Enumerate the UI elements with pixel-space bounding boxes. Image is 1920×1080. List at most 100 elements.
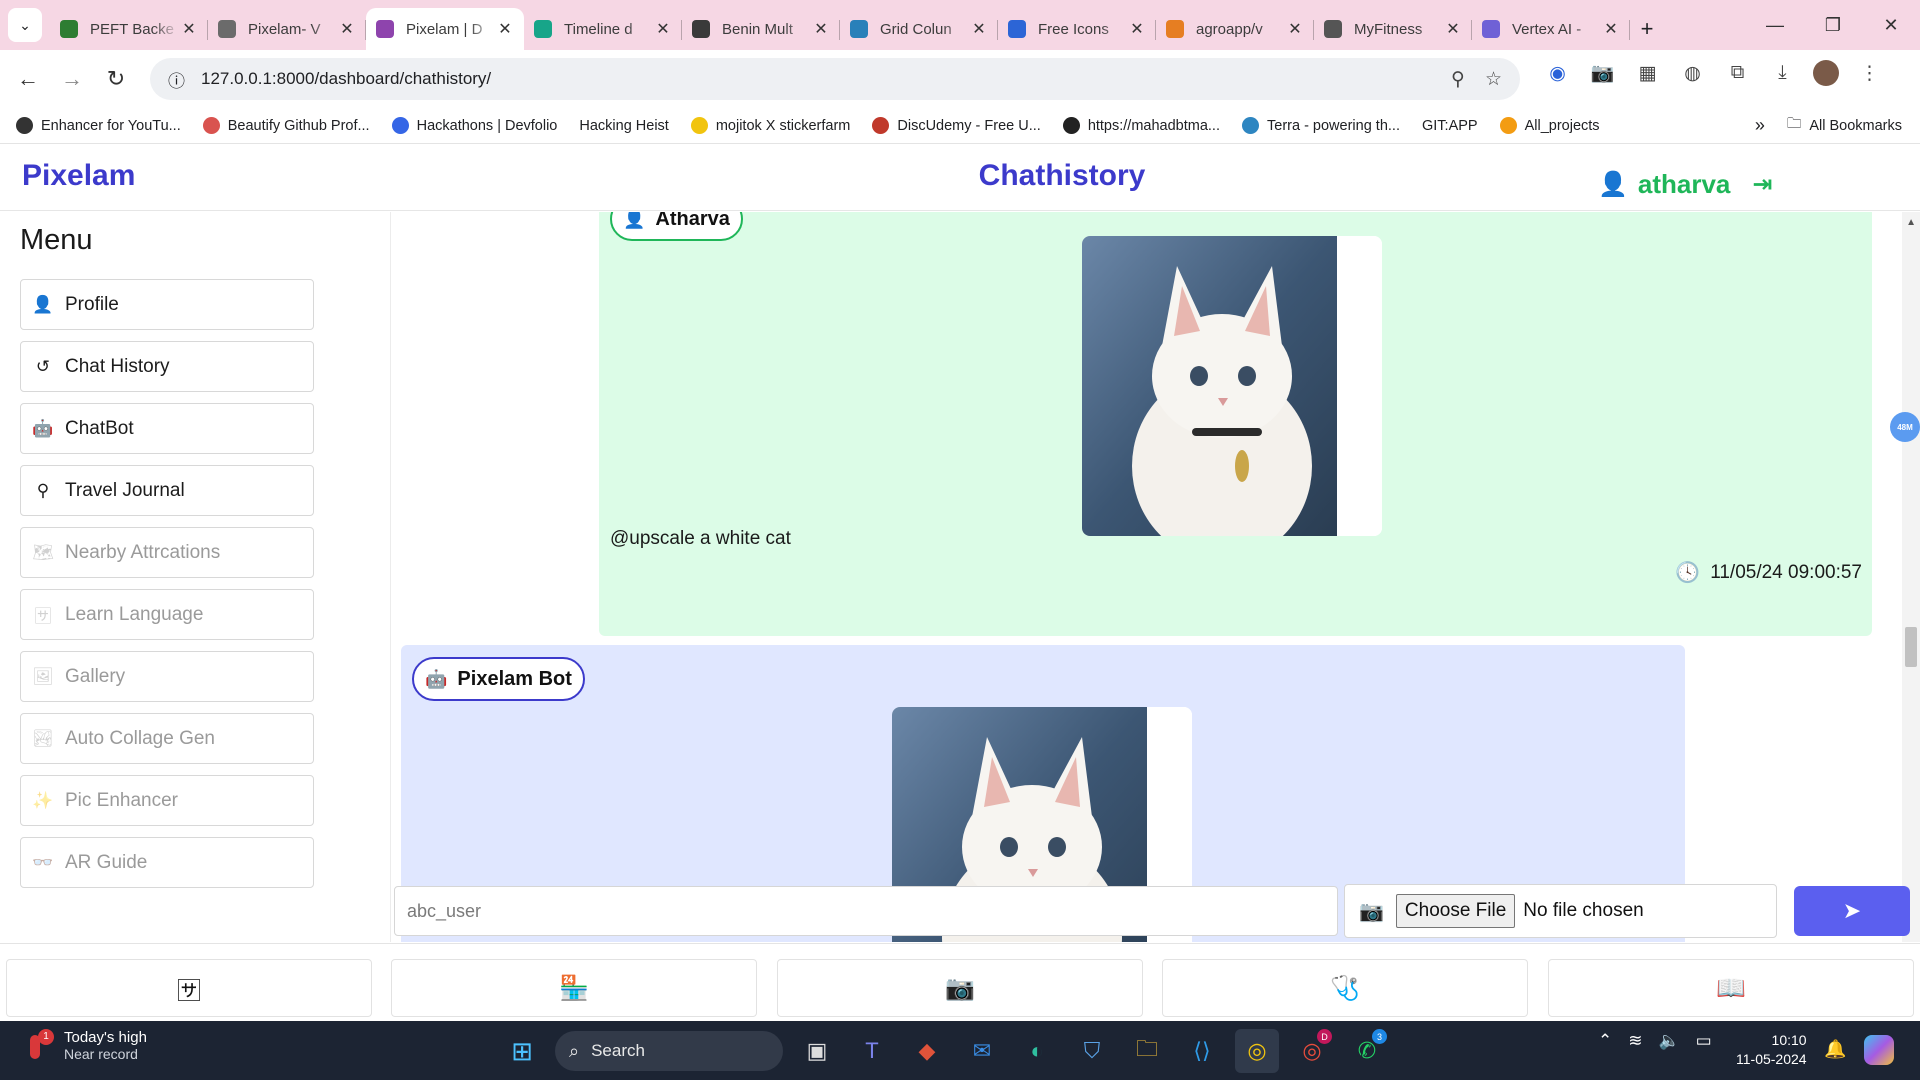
teams-icon[interactable]: T — [850, 1029, 894, 1073]
sidebar-item-ar-guide[interactable]: 👓 AR Guide — [20, 837, 314, 888]
browser-tab[interactable]: Grid Colun ✕ — [840, 8, 998, 50]
volume-icon[interactable]: 🔈 — [1659, 1031, 1680, 1051]
tab-close-icon[interactable]: ✕ — [970, 19, 988, 39]
taskbar-clock[interactable]: 10:10 11-05-2024 — [1736, 1031, 1807, 1069]
browser-tab[interactable]: Benin Mult ✕ — [682, 8, 840, 50]
browser-tab[interactable]: Timeline d ✕ — [524, 8, 682, 50]
taskbar-search[interactable]: ⌕ Search — [555, 1031, 783, 1071]
tab-close-icon[interactable]: ✕ — [180, 19, 198, 39]
bookmark-item[interactable]: https://mahadbtma... — [1062, 117, 1220, 134]
sidebar-item-travel-journal[interactable]: ⚲ Travel Journal — [20, 465, 314, 516]
send-button[interactable]: ➤ — [1794, 886, 1910, 936]
download-icon[interactable]: ⤓ — [1760, 62, 1805, 84]
task-view-icon[interactable]: ▣ — [795, 1029, 839, 1073]
bookmark-item[interactable]: Beautify Github Prof... — [202, 117, 370, 134]
whatsapp-icon[interactable]: ✆ 3 — [1345, 1029, 1389, 1073]
all-bookmarks-link[interactable]: All Bookmarks — [1809, 118, 1902, 134]
minimize-button[interactable]: — — [1746, 15, 1804, 36]
url-text[interactable]: 127.0.0.1:8000/dashboard/chathistory/ — [201, 69, 1431, 89]
tab-close-icon[interactable]: ✕ — [496, 19, 514, 39]
chrome-icon[interactable]: ◎ — [1235, 1029, 1279, 1073]
mail-icon[interactable]: ✉ — [960, 1029, 1004, 1073]
bookmark-item[interactable]: Hackathons | Devfolio — [391, 117, 557, 134]
message-input[interactable] — [394, 886, 1338, 936]
camera-extension-icon[interactable]: 📷 — [1580, 61, 1625, 85]
battery-icon[interactable]: ▭ — [1696, 1031, 1712, 1051]
tab-close-icon[interactable]: ✕ — [1128, 19, 1146, 39]
location-icon[interactable]: ⚲ — [1451, 68, 1465, 91]
tab-close-icon[interactable]: ✕ — [1602, 19, 1620, 39]
tab-close-icon[interactable]: ✕ — [1286, 19, 1304, 39]
sidebar-item-chatbot[interactable]: 🤖 ChatBot — [20, 403, 314, 454]
more-bookmarks-icon[interactable]: » — [1755, 115, 1765, 136]
puzzle-icon[interactable]: ⧉ — [1715, 62, 1760, 84]
bookmark-star-icon[interactable]: ☆ — [1485, 68, 1502, 91]
scroll-up-arrow-icon[interactable]: ▲ — [1906, 217, 1916, 228]
profile-avatar[interactable] — [1813, 60, 1839, 86]
bottom-nav-first-aid-button[interactable]: 🩺 — [1162, 959, 1528, 1017]
bookmark-item[interactable]: GIT:APP — [1422, 118, 1478, 134]
browser-tab[interactable]: Vertex AI - ✕ — [1472, 8, 1630, 50]
shield-app-icon[interactable]: ⛉ — [1070, 1029, 1114, 1073]
floating-extension-badge[interactable]: 48M — [1890, 412, 1920, 442]
tab-close-icon[interactable]: ✕ — [1444, 19, 1462, 39]
weather-widget[interactable]: 1 Today's high Near record — [24, 1028, 147, 1062]
choose-file-button[interactable]: Choose File — [1395, 894, 1516, 928]
bookmark-item[interactable]: All_projects — [1499, 117, 1600, 134]
logout-icon[interactable]: ⇥ — [1752, 170, 1772, 199]
vscode-icon[interactable]: ⟨⟩ — [1180, 1029, 1224, 1073]
browser-tab[interactable]: Pixelam- V ✕ — [208, 8, 366, 50]
bottom-nav-camera-button[interactable]: 📷 — [777, 959, 1143, 1017]
bookmark-item[interactable]: Terra - powering th... — [1242, 117, 1400, 134]
sidebar-item-gallery[interactable]: 🖼 Gallery — [20, 651, 314, 702]
tab-search-button[interactable]: ⌄ — [8, 8, 42, 42]
bookmark-item[interactable]: Enhancer for YouTu... — [16, 117, 181, 134]
copilot-icon[interactable] — [1864, 1035, 1894, 1065]
chat-scrollbar[interactable]: ▲ — [1902, 212, 1920, 942]
browser-tab[interactable]: agroapp/v ✕ — [1156, 8, 1314, 50]
forward-button[interactable]: → — [50, 66, 94, 92]
bottom-nav-language-button[interactable]: 🈂 — [6, 959, 372, 1017]
browser-tab[interactable]: Free Icons ✕ — [998, 8, 1156, 50]
uploaded-cat-image[interactable] — [1082, 236, 1382, 536]
sidebar-item-nearby-attrcations[interactable]: 🗺 Nearby Attrcations — [20, 527, 314, 578]
address-bar[interactable]: ⓘ 127.0.0.1:8000/dashboard/chathistory/ … — [150, 58, 1520, 100]
close-window-button[interactable]: ✕ — [1862, 15, 1920, 36]
sidebar-item-auto-collage-gen[interactable]: 🏞 Auto Collage Gen — [20, 713, 314, 764]
tray-chevron-icon[interactable]: ⌃ — [1598, 1031, 1612, 1051]
username[interactable]: atharva — [1638, 169, 1731, 200]
bookmark-item[interactable]: mojitok X stickerfarm — [690, 117, 850, 134]
tab-close-icon[interactable]: ✕ — [338, 19, 356, 39]
scroll-thumb[interactable] — [1905, 627, 1917, 667]
back-button[interactable]: ← — [6, 66, 50, 92]
sidebar-item-pic-enhancer[interactable]: ✨ Pic Enhancer — [20, 775, 314, 826]
start-button[interactable]: ⊞ — [500, 1029, 544, 1073]
more-menu-icon[interactable]: ⋮ — [1847, 62, 1892, 85]
new-tab-button[interactable]: + — [1630, 8, 1664, 50]
browser-tab[interactable]: PEFT Backe ✕ — [50, 8, 208, 50]
file-explorer-icon[interactable]: 🗀 — [1125, 1029, 1169, 1073]
chrome-profile-icon[interactable]: ◎ D — [1290, 1029, 1334, 1073]
tab-close-icon[interactable]: ✕ — [654, 19, 672, 39]
browser-tab[interactable]: MyFitness ✕ — [1314, 8, 1472, 50]
office-icon[interactable]: ◆ — [905, 1029, 949, 1073]
bottom-nav-store-button[interactable]: 🏪 — [391, 959, 757, 1017]
wifi-icon[interactable]: ≋ — [1628, 1031, 1642, 1051]
sidebar-item-label: ChatBot — [65, 417, 134, 439]
notification-bell-icon[interactable]: 🔔 — [1824, 1039, 1846, 1060]
extension-circle-icon[interactable]: ◉ — [1535, 62, 1580, 85]
sidebar-item-chat-history[interactable]: ↺ Chat History — [20, 341, 314, 392]
tab-close-icon[interactable]: ✕ — [812, 19, 830, 39]
bookmark-item[interactable]: Hacking Heist — [579, 118, 668, 134]
site-info-icon[interactable]: ⓘ — [168, 67, 185, 92]
calendar-extension-icon[interactable]: ▦ — [1625, 62, 1670, 85]
brain-extension-icon[interactable]: ◍ — [1670, 62, 1715, 85]
restore-button[interactable]: ❐ — [1804, 15, 1862, 36]
bookmark-item[interactable]: DiscUdemy - Free U... — [872, 117, 1041, 134]
edge-icon[interactable]: ◐ — [1015, 1029, 1059, 1073]
sidebar-item-profile[interactable]: 👤 Profile — [20, 279, 314, 330]
sidebar-item-learn-language[interactable]: 🈂 Learn Language — [20, 589, 314, 640]
browser-tab[interactable]: Pixelam | D ✕ — [366, 8, 524, 50]
bottom-nav-book-button[interactable]: 📖 — [1548, 959, 1914, 1017]
reload-button[interactable]: ↻ — [94, 66, 138, 92]
